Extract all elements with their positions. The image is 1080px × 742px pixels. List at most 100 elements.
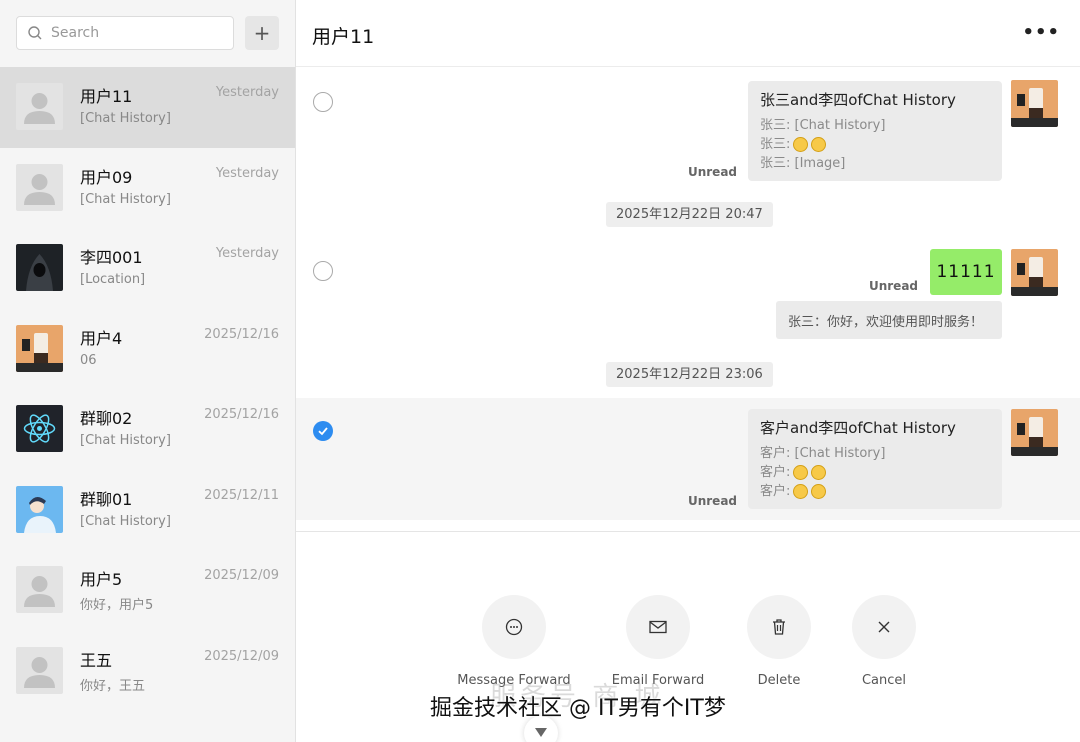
chat-history-line: 张三: — [760, 135, 990, 154]
chat-history-line: 张三: [Image] — [760, 156, 846, 171]
conversation-name: 李四001 — [80, 248, 143, 267]
time-separator: 2025年12月22日 23:06 — [606, 362, 773, 387]
unread-status: Unread — [687, 165, 737, 179]
more-options-button[interactable]: ••• — [1022, 22, 1060, 43]
search-input[interactable] — [51, 25, 221, 41]
chat-history-card[interactable]: 张三and李四ofChat History 张三: [Chat History]… — [748, 81, 1002, 181]
crying-emoji-icon — [811, 137, 827, 152]
message-area: Unread 张三and李四ofChat History 张三: [Chat H… — [296, 68, 1080, 531]
conversation-preview: [Chat History] — [80, 513, 171, 529]
default-avatar — [16, 566, 63, 613]
cartoon-person-avatar — [16, 485, 63, 533]
conversation-item[interactable]: 用户09 Yesterday [Chat History] — [0, 148, 295, 229]
hooded-figure-avatar — [16, 244, 63, 291]
chat-header: 用户11 ••• — [296, 0, 1080, 67]
chat-title: 用户11 — [312, 26, 375, 48]
select-checkbox-checked[interactable] — [313, 421, 333, 441]
chat-history-line: 客户: — [760, 463, 990, 482]
crying-emoji-icon — [811, 484, 827, 499]
envelope-icon — [626, 595, 690, 659]
conversation-time: Yesterday — [215, 246, 279, 261]
conversation-preview: [Chat History] — [80, 191, 171, 207]
chevron-down-icon — [535, 728, 547, 737]
search-box[interactable] — [16, 16, 234, 50]
laughing-emoji-icon — [793, 137, 809, 152]
trash-icon — [747, 595, 811, 659]
watermark-text: 掘金技术社区 @ IT男有个IT梦 — [430, 696, 726, 721]
chat-history-line-text: 客户: — [760, 484, 791, 499]
select-checkbox[interactable] — [313, 261, 333, 281]
conversation-name: 用户09 — [80, 167, 133, 187]
laughing-emoji-icon — [793, 484, 809, 499]
select-checkbox[interactable] — [313, 92, 333, 112]
react-atom-avatar — [16, 405, 63, 452]
conversation-sidebar: + 用户11 Yesterday [Chat History] 用户09 Yes… — [0, 0, 296, 742]
chat-history-line-text: 张三: — [760, 137, 791, 152]
delete-button[interactable]: Delete — [719, 595, 839, 688]
conversation-name: 群聊02 — [80, 409, 133, 428]
delete-label: Delete — [757, 673, 801, 688]
conversation-preview: 你好，王五 — [80, 678, 146, 694]
conversation-item[interactable]: 用户4 2025/12/16 06 — [0, 309, 295, 390]
checkmark-icon — [318, 427, 328, 436]
default-avatar — [16, 646, 63, 694]
milk-tea-avatar — [1011, 80, 1058, 127]
chat-history-line: 张三: [Chat History] — [760, 118, 886, 133]
conversation-item[interactable]: 群聊01 2025/12/11 [Chat History] — [0, 470, 295, 551]
chat-history-line-text: 客户: — [760, 465, 791, 480]
default-avatar — [16, 83, 63, 130]
conversation-time: 2025/12/16 — [204, 326, 279, 342]
conversation-time: 2025/12/11 — [204, 487, 279, 503]
message-forward-button[interactable]: Message Forward — [454, 595, 574, 688]
cancel-label: Cancel — [861, 673, 907, 688]
chat-history-line: 客户: — [760, 482, 990, 501]
milk-tea-avatar — [16, 324, 63, 372]
conversation-preview: [Location] — [80, 272, 146, 287]
conversation-name: 群聊01 — [80, 489, 133, 509]
conversation-name: 王五 — [80, 650, 113, 670]
conversation-list: 用户11 Yesterday [Chat History] 用户09 Yeste… — [0, 67, 295, 711]
search-row: + — [16, 16, 279, 50]
chat-history-line: 客户: [Chat History] — [760, 446, 886, 461]
close-icon — [852, 595, 916, 659]
chat-history-title: 张三and李四ofChat History — [760, 91, 956, 109]
add-conversation-button[interactable]: + — [245, 16, 279, 50]
notice-message-bubble[interactable]: 张三：你好，欢迎使用即时服务！ — [776, 301, 1002, 339]
cancel-button[interactable]: Cancel — [824, 595, 944, 688]
conversation-time: 2025/12/09 — [204, 568, 279, 583]
default-avatar — [16, 163, 63, 211]
conversation-time: Yesterday — [215, 165, 279, 181]
milk-tea-avatar — [1011, 249, 1058, 296]
unread-status: Unread — [687, 494, 737, 508]
milk-tea-avatar — [1011, 409, 1058, 456]
heart-eyes-emoji-icon — [793, 465, 809, 480]
conversation-preview: [Chat History] — [80, 111, 171, 126]
neutral-emoji-icon — [811, 465, 827, 480]
conversation-preview: 你好，用户5 — [80, 598, 154, 613]
text-message-bubble[interactable]: 11111 — [930, 249, 1002, 295]
conversation-time: 2025/12/16 — [204, 407, 279, 422]
conversation-time: 2025/12/09 — [204, 648, 279, 664]
chat-history-card[interactable]: 客户and李四ofChat History 客户: [Chat History]… — [748, 409, 1002, 509]
chat-panel: 用户11 ••• Unread 张三and李四ofChat History 张三… — [296, 0, 1080, 742]
search-icon — [28, 26, 42, 40]
conversation-time: Yesterday — [215, 85, 279, 100]
conversation-preview: [Chat History] — [80, 433, 171, 448]
unread-status: Unread — [868, 279, 918, 293]
message-row: Unread 11111 张三：你好，欢迎使用即时服务！ — [296, 238, 1080, 358]
conversation-preview: 06 — [80, 352, 97, 368]
conversation-item[interactable]: 王五 2025/12/09 你好，王五 — [0, 631, 295, 712]
email-forward-button[interactable]: Email Forward — [598, 595, 718, 688]
chat-bubble-icon — [482, 595, 546, 659]
message-row: Unread 客户and李四ofChat History 客户: [Chat H… — [296, 398, 1080, 520]
conversation-item[interactable]: 群聊02 2025/12/16 [Chat History] — [0, 389, 295, 470]
message-row: Unread 张三and李四ofChat History 张三: [Chat H… — [296, 68, 1080, 190]
time-separator: 2025年12月22日 20:47 — [606, 202, 773, 227]
conversation-item[interactable]: 用户11 Yesterday [Chat History] — [0, 67, 295, 148]
conversation-name: 用户5 — [80, 570, 123, 589]
chat-history-title: 客户and李四ofChat History — [760, 419, 956, 437]
conversation-name: 用户4 — [80, 328, 123, 348]
conversation-item[interactable]: 李四001 Yesterday [Location] — [0, 228, 295, 309]
conversation-item[interactable]: 用户5 2025/12/09 你好，用户5 — [0, 550, 295, 631]
conversation-name: 用户11 — [80, 87, 133, 106]
